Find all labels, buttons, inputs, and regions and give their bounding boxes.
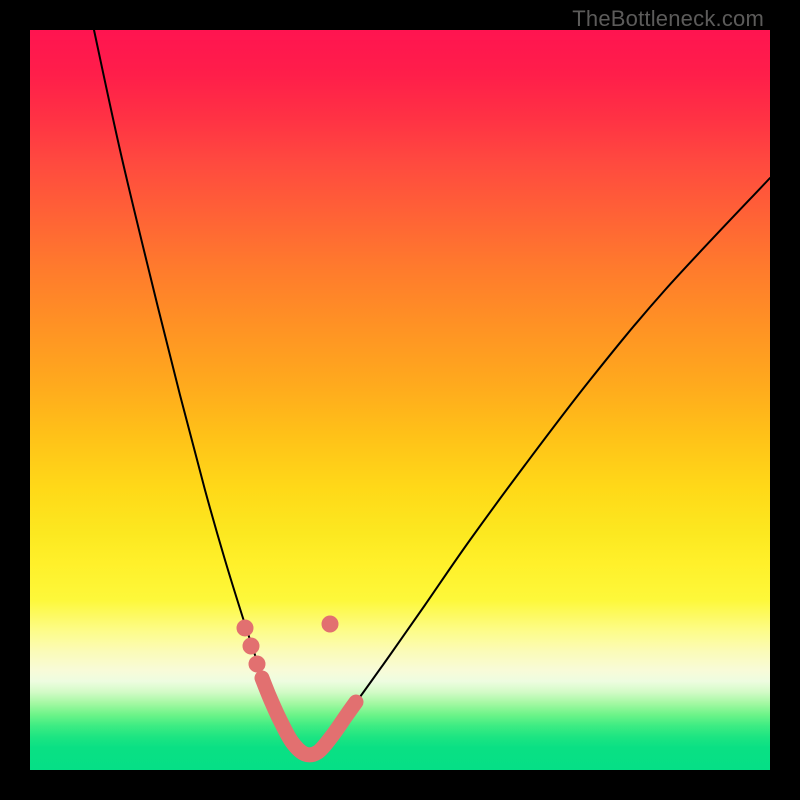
- watermark-text: TheBottleneck.com: [572, 6, 764, 32]
- plot-area: [30, 30, 770, 770]
- chart-frame: TheBottleneck.com: [0, 0, 800, 800]
- marker-dot: [322, 616, 338, 632]
- marker-trough-link: [262, 678, 356, 755]
- chart-svg: [30, 30, 770, 770]
- marker-dot: [243, 638, 259, 654]
- bottleneck-curve: [94, 30, 770, 758]
- marker-dot: [237, 620, 253, 636]
- marker-dot: [249, 656, 265, 672]
- marker-group: [237, 616, 338, 672]
